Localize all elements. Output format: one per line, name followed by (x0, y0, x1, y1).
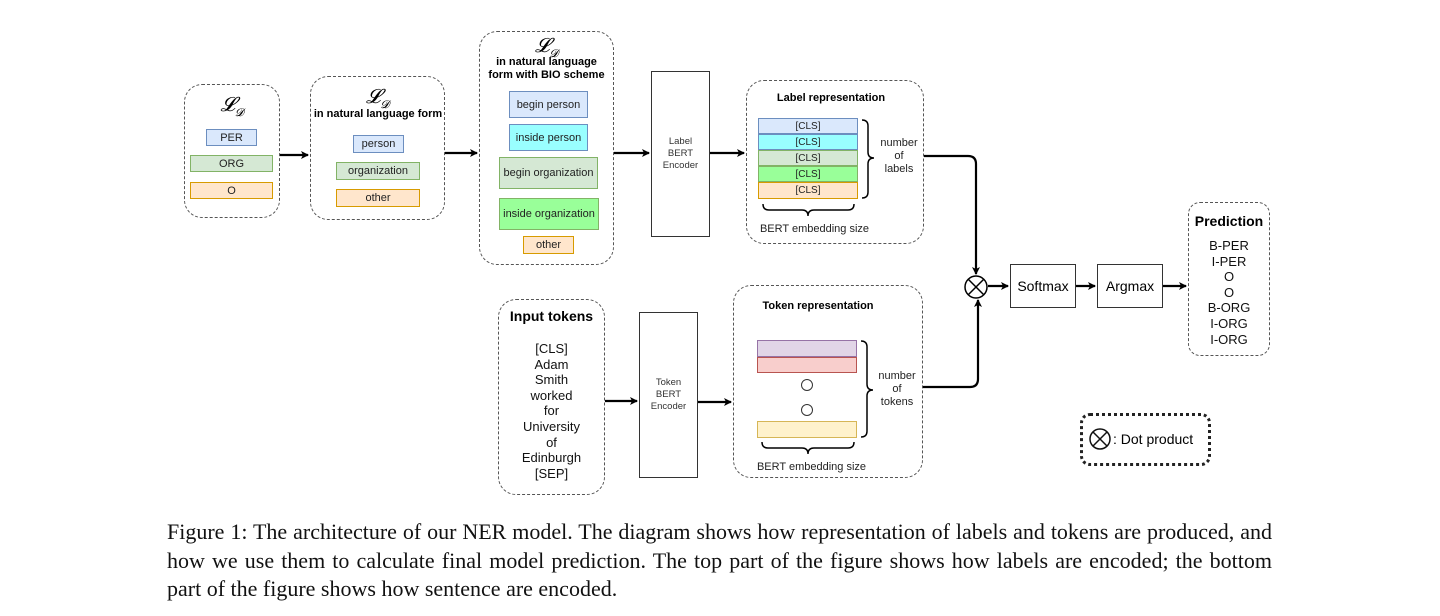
arrow-token-rep-to-dot (923, 299, 982, 389)
ner-architecture-diagram: 𝓛𝓓 PER ORG O 𝓛𝓓 in natural language form… (0, 0, 1440, 510)
token-right-brace (860, 340, 874, 438)
token-bottom-brace (761, 441, 855, 455)
figure-caption: Figure 1: The architecture of our NER mo… (167, 519, 1272, 601)
label-bottom-brace (762, 203, 855, 217)
connectors (280, 119, 1187, 455)
label-right-brace (861, 119, 875, 199)
arrow-label-rep-to-dot (924, 154, 980, 275)
